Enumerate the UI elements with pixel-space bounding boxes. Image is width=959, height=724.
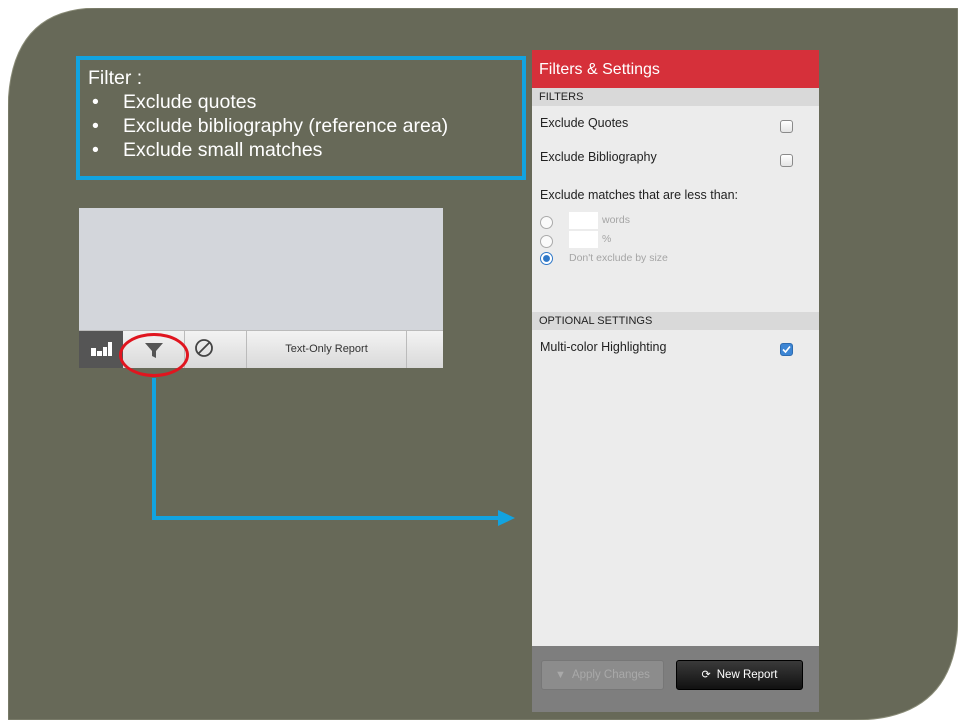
- filters-settings-panel: Filters & Settings FILTERS Exclude Quote…: [532, 50, 819, 712]
- callout-bullet: Exclude bibliography (reference area): [88, 114, 522, 138]
- exclude-quotes-checkbox[interactable]: [780, 120, 793, 133]
- percent-input[interactable]: [569, 231, 598, 248]
- callout-title: Filter :: [88, 67, 143, 89]
- exclude-bibliography-checkbox[interactable]: [780, 154, 793, 167]
- bar-chart-icon: [91, 342, 112, 356]
- exclude-small-matches-label: Exclude matches that are less than:: [540, 188, 739, 202]
- words-label: words: [602, 214, 631, 226]
- check-icon: [782, 345, 791, 354]
- dont-exclude-radio[interactable]: [540, 252, 553, 265]
- exclude-quotes-label: Exclude Quotes: [540, 116, 629, 130]
- apply-changes-button[interactable]: ▼ Apply Changes: [541, 660, 664, 690]
- text-only-report-button[interactable]: Text-Only Report: [247, 331, 407, 368]
- words-input[interactable]: [569, 212, 598, 229]
- panel-title: Filters & Settings: [532, 50, 819, 88]
- filter-callout-box: Filter : Exclude quotes Exclude bibliogr…: [76, 56, 526, 180]
- new-report-button[interactable]: ⟳ New Report: [676, 660, 803, 690]
- exclude-bibliography-label: Exclude Bibliography: [540, 150, 657, 164]
- words-radio[interactable]: [540, 216, 553, 229]
- callout-bullet: Exclude small matches: [88, 138, 522, 162]
- document-preview-area: [79, 208, 443, 330]
- optional-settings-header: OPTIONAL SETTINGS: [532, 312, 819, 330]
- filters-section-header: FILTERS: [532, 88, 819, 106]
- filter-icon: ▼: [555, 669, 566, 681]
- prohibit-icon: [195, 339, 213, 357]
- apply-changes-label: Apply Changes: [571, 669, 650, 681]
- match-overview-button[interactable]: [79, 331, 123, 368]
- multicolor-highlighting-checkbox[interactable]: [780, 343, 793, 356]
- exclude-sources-button[interactable]: [185, 331, 247, 368]
- new-report-label: New Report: [716, 669, 778, 681]
- filter-highlight-circle: [119, 333, 189, 377]
- dont-exclude-label: Don't exclude by size: [569, 252, 668, 264]
- callout-bullet: Exclude quotes: [88, 90, 522, 114]
- percent-radio[interactable]: [540, 235, 553, 248]
- callout-bullet-list: Exclude quotes Exclude bibliography (ref…: [88, 90, 522, 162]
- panel-footer: ▼ Apply Changes ⟳ New Report: [532, 646, 819, 712]
- refresh-icon: ⟳: [701, 669, 711, 681]
- percent-label: %: [602, 233, 612, 245]
- multicolor-highlighting-label: Multi-color Highlighting: [540, 340, 667, 354]
